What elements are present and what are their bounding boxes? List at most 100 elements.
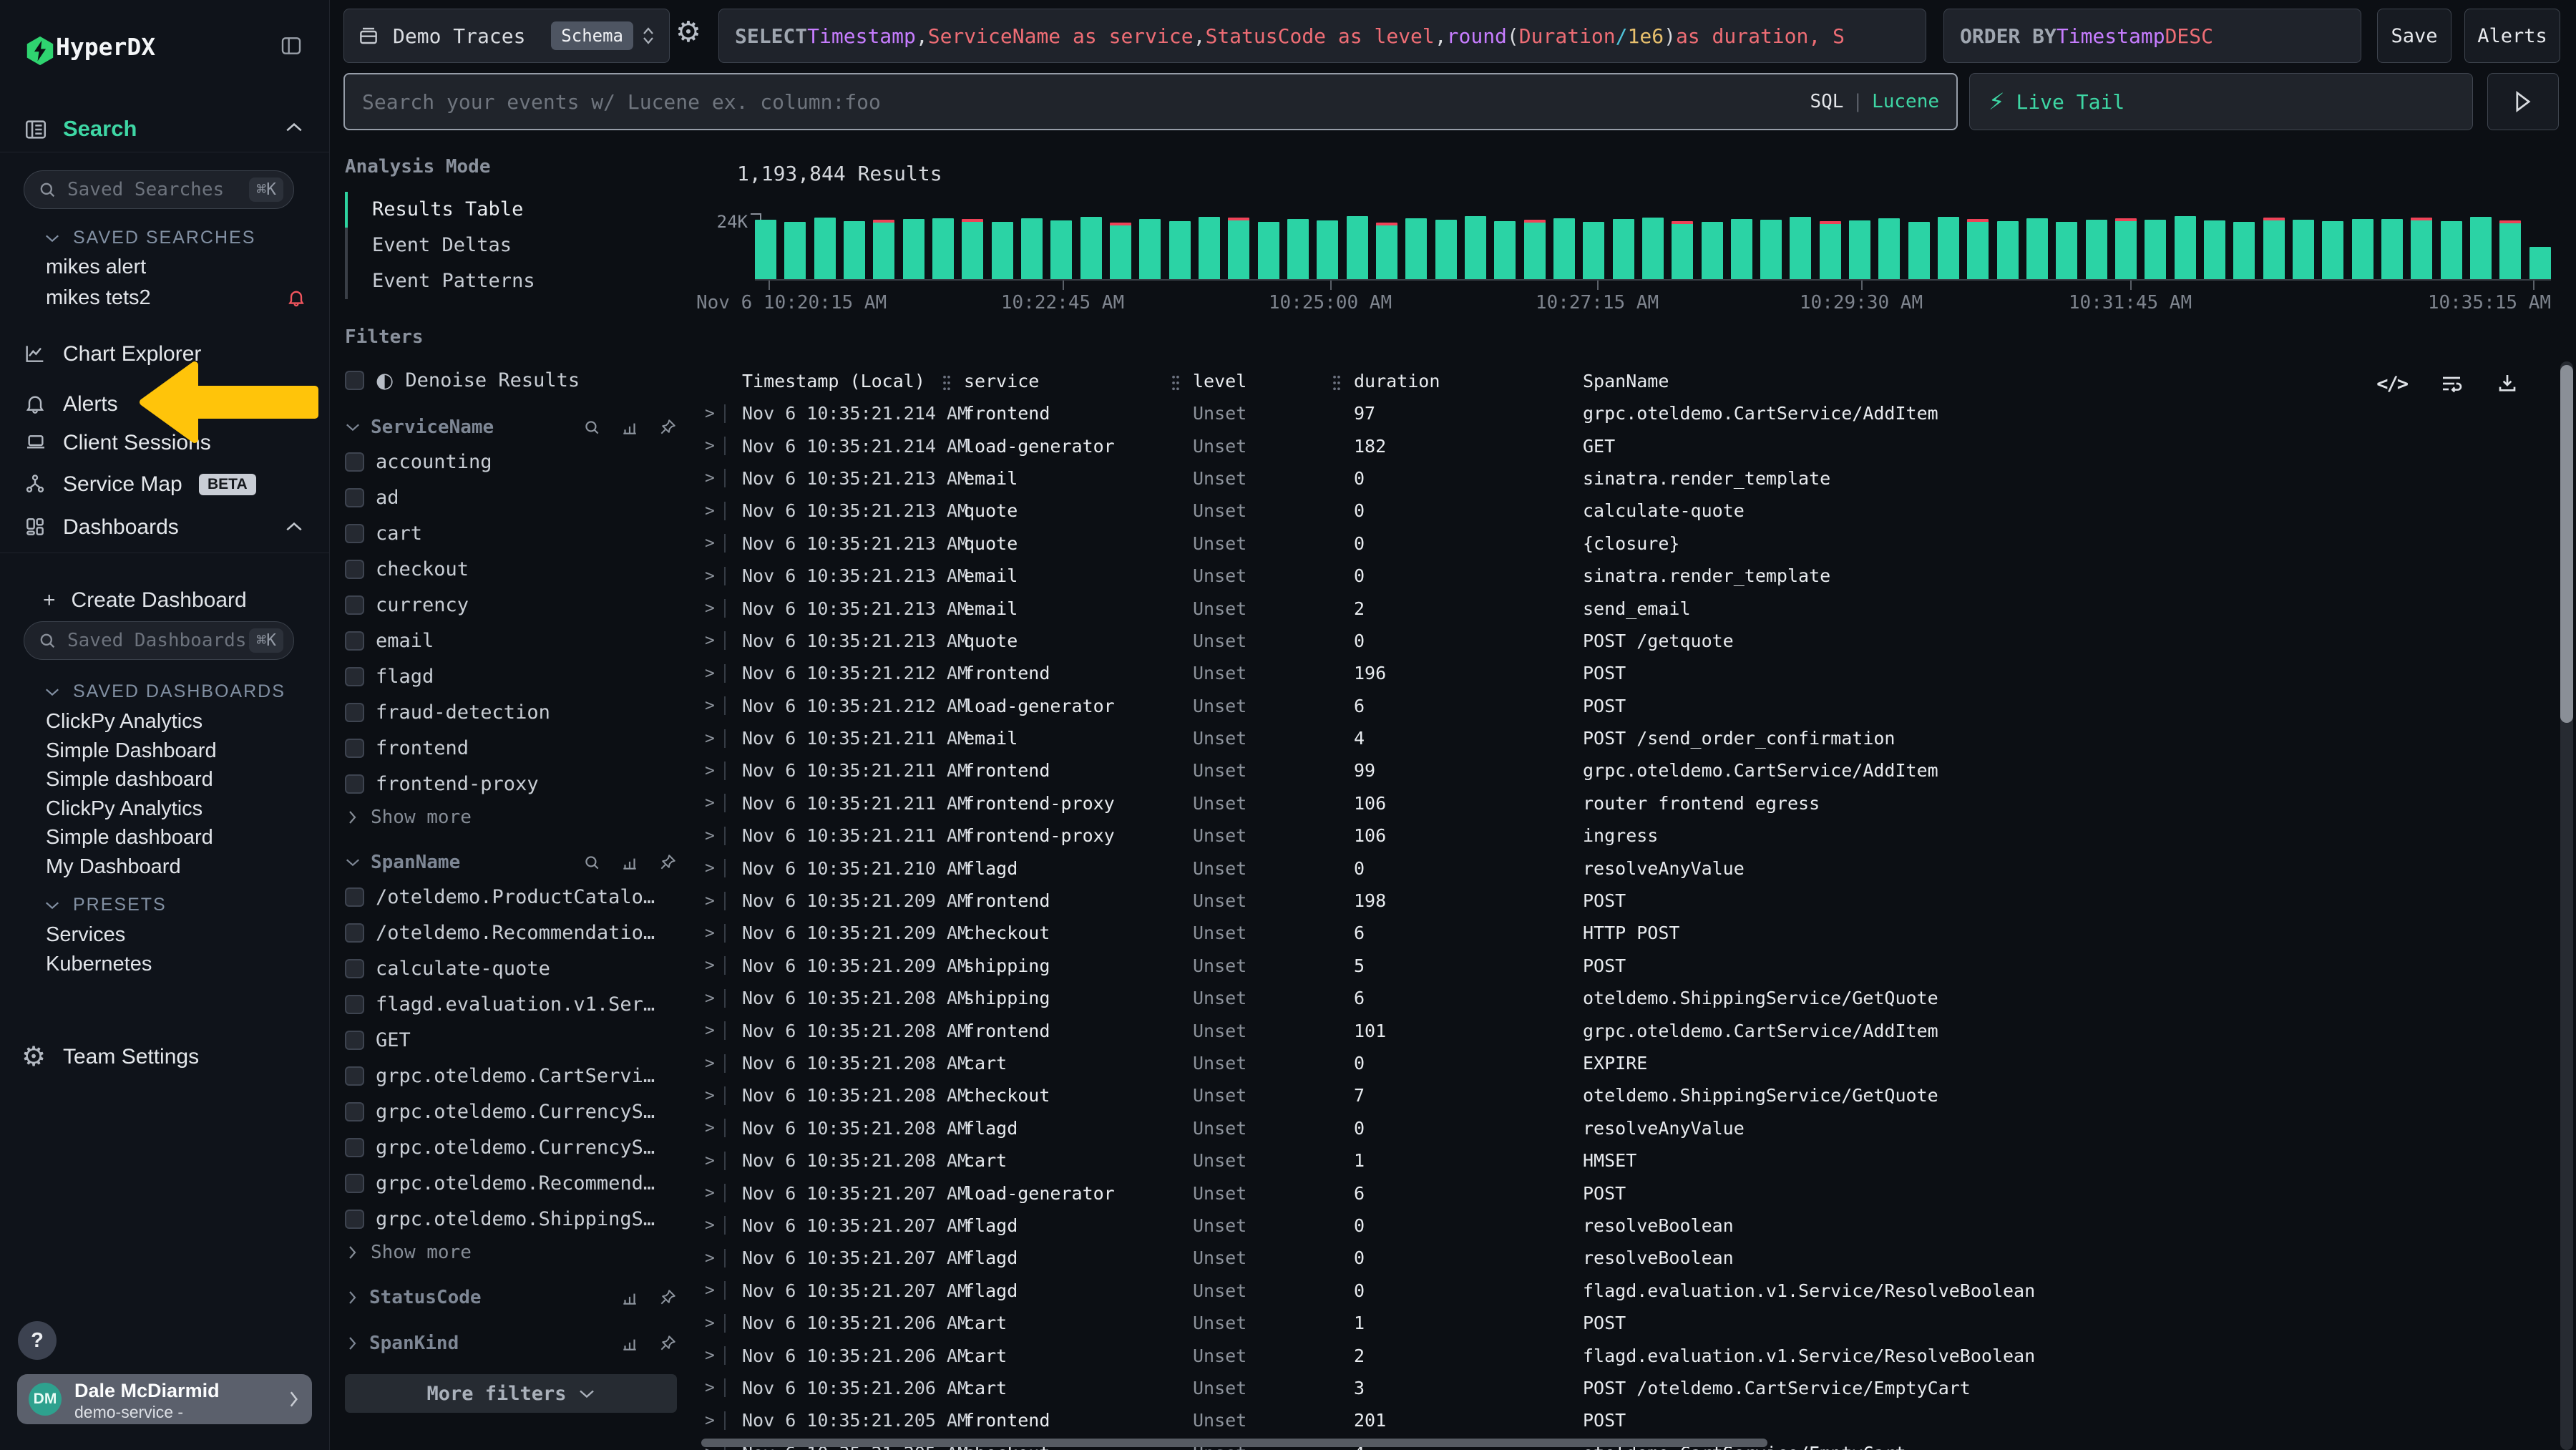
mode-lucene[interactable]: Lucene — [1872, 91, 1939, 112]
preset-item[interactable]: Kubernetes — [46, 953, 152, 976]
source-settings-gear-icon[interactable]: ⚙ — [675, 16, 701, 49]
schema-badge[interactable]: Schema — [551, 21, 633, 50]
expand-row-icon[interactable]: > — [705, 956, 724, 975]
sidebar-item-alerts[interactable]: Alerts — [0, 386, 329, 424]
filter-option[interactable]: grpc.oteldemo.CartServi… — [345, 1058, 677, 1094]
expand-row-icon[interactable]: > — [705, 1152, 724, 1170]
filter-option[interactable]: currency — [345, 587, 677, 623]
table-row[interactable]: >Nov 6 10:35:21.208 AMcartUnset0EXPIRE — [687, 1047, 2547, 1079]
histogram-bar[interactable] — [1583, 222, 1604, 279]
histogram-bar[interactable] — [2056, 222, 2077, 279]
filter-group-statuscode[interactable]: StatusCode — [345, 1281, 677, 1314]
table-row[interactable]: >Nov 6 10:35:21.213 AMquoteUnset0calcula… — [687, 495, 2547, 527]
horizontal-scrollbar-thumb[interactable] — [701, 1439, 1767, 1447]
analysis-mode-event-deltas[interactable]: Event Deltas — [345, 228, 677, 263]
search-icon[interactable] — [582, 853, 601, 872]
mode-sql[interactable]: SQL — [1810, 91, 1843, 112]
filter-option[interactable]: grpc.oteldemo.Recommend… — [345, 1165, 677, 1201]
expand-row-icon[interactable]: > — [705, 1346, 724, 1365]
checkbox[interactable] — [345, 1138, 364, 1157]
table-row[interactable]: >Nov 6 10:35:21.211 AMemailUnset4POST /s… — [687, 722, 2547, 754]
expand-row-icon[interactable]: > — [705, 534, 724, 553]
saved-search-item[interactable]: mikes tets2 — [46, 286, 151, 310]
table-row[interactable]: >Nov 6 10:35:21.207 AMflagdUnset0resolve… — [687, 1210, 2547, 1242]
expand-row-icon[interactable]: > — [705, 631, 724, 650]
expand-row-icon[interactable]: > — [705, 924, 724, 943]
expand-row-icon[interactable]: > — [705, 1216, 724, 1235]
search-icon[interactable] — [582, 418, 601, 437]
expand-row-icon[interactable]: > — [705, 1086, 724, 1105]
filter-option[interactable]: ad — [345, 480, 677, 515]
table-row[interactable]: >Nov 6 10:35:21.207 AMflagdUnset0flagd.e… — [687, 1275, 2547, 1307]
checkbox[interactable] — [345, 703, 364, 722]
expand-row-icon[interactable]: > — [705, 1119, 724, 1137]
checkbox[interactable] — [345, 739, 364, 758]
sidebar-item-client-sessions[interactable]: Client Sessions — [0, 425, 329, 462]
table-row[interactable]: >Nov 6 10:35:21.208 AMcheckoutUnset7otel… — [687, 1079, 2547, 1111]
table-row[interactable]: >Nov 6 10:35:21.213 AMemailUnset0sinatra… — [687, 462, 2547, 495]
checkbox[interactable] — [345, 631, 364, 651]
filter-option[interactable]: grpc.oteldemo.CurrencyS… — [345, 1094, 677, 1129]
analysis-mode-event-patterns[interactable]: Event Patterns — [345, 263, 677, 299]
table-row[interactable]: >Nov 6 10:35:21.207 AMflagdUnset0resolve… — [687, 1242, 2547, 1274]
expand-row-icon[interactable]: > — [705, 729, 724, 748]
saved-dashboard-item[interactable]: ClickPy Analytics — [46, 797, 203, 821]
table-row[interactable]: >Nov 6 10:35:21.213 AMquoteUnset0{closur… — [687, 527, 2547, 560]
histogram-bar[interactable] — [1080, 217, 1102, 279]
table-row[interactable]: >Nov 6 10:35:21.214 AMfrontendUnset97grp… — [687, 397, 2547, 429]
checkbox[interactable] — [345, 995, 364, 1014]
histogram-bar[interactable] — [814, 218, 836, 279]
checkbox[interactable] — [345, 887, 364, 907]
histogram-bar[interactable] — [1760, 220, 1782, 279]
table-row[interactable]: >Nov 6 10:35:21.211 AMfrontendUnset99grp… — [687, 754, 2547, 787]
sidebar-item-chart-explorer[interactable]: Chart Explorer — [0, 336, 329, 374]
drag-handle-icon[interactable] — [1331, 374, 1342, 392]
checkbox[interactable] — [345, 1210, 364, 1229]
saved-dashboard-item[interactable]: Simple Dashboard — [46, 739, 217, 763]
expand-row-icon[interactable]: > — [705, 502, 724, 520]
pin-icon[interactable] — [658, 1288, 677, 1307]
filter-group-servicename[interactable]: ServiceName — [345, 411, 677, 444]
table-row[interactable]: >Nov 6 10:35:21.208 AMflagdUnset0resolve… — [687, 1112, 2547, 1144]
filter-option[interactable]: grpc.oteldemo.CurrencyS… — [345, 1129, 677, 1165]
show-more-button[interactable]: Show more — [345, 802, 677, 833]
column-header-level[interactable]: level — [1193, 371, 1354, 391]
event-search-input[interactable]: Search your events w/ Lucene ex. column:… — [343, 73, 1958, 130]
histogram-bar[interactable] — [1997, 221, 2019, 279]
histogram-bar[interactable] — [1494, 221, 1516, 279]
source-selector[interactable]: Demo Traces Schema — [343, 9, 670, 63]
table-row[interactable]: >Nov 6 10:35:21.212 AMload-generatorUnse… — [687, 690, 2547, 722]
histogram-bar[interactable] — [1169, 221, 1191, 279]
histogram-bar[interactable] — [1050, 220, 1072, 279]
histogram-bar[interactable] — [1878, 218, 1900, 279]
table-row[interactable]: >Nov 6 10:35:21.209 AMcheckoutUnset6HTTP… — [687, 917, 2547, 949]
live-tail-button[interactable]: ⚡ Live Tail — [1969, 73, 2473, 130]
table-row[interactable]: >Nov 6 10:35:21.208 AMcartUnset1HMSET — [687, 1144, 2547, 1177]
histogram-bar[interactable] — [1405, 218, 1427, 279]
pin-icon[interactable] — [658, 418, 677, 437]
histogram-bar[interactable] — [932, 218, 954, 279]
expand-row-icon[interactable]: > — [705, 827, 724, 845]
bar-chart-icon[interactable] — [620, 853, 640, 872]
checkbox[interactable] — [345, 560, 364, 579]
chevron-up-icon[interactable] — [285, 521, 303, 532]
filter-option[interactable]: /oteldemo.ProductCatalo… — [345, 879, 677, 915]
histogram-bar[interactable] — [2233, 222, 2255, 279]
filter-option[interactable]: GET — [345, 1022, 677, 1058]
vertical-scrollbar-thumb[interactable] — [2560, 365, 2573, 723]
denoise-toggle[interactable]: ◐ Denoise Results — [345, 362, 677, 398]
filter-option[interactable]: fraud-detection — [345, 694, 677, 730]
histogram-bar[interactable] — [1021, 218, 1043, 279]
saved-dashboard-item[interactable]: Simple dashboard — [46, 768, 213, 792]
histogram-bar[interactable] — [1110, 223, 1131, 279]
column-header-duration[interactable]: duration — [1354, 371, 1583, 391]
expand-row-icon[interactable]: > — [705, 989, 724, 1008]
expand-row-icon[interactable]: > — [705, 762, 724, 780]
expand-row-icon[interactable]: > — [705, 1411, 724, 1430]
histogram-bar[interactable] — [992, 222, 1013, 279]
alerts-button[interactable]: Alerts — [2464, 9, 2560, 63]
drag-handle-icon[interactable] — [1170, 374, 1181, 392]
filter-group-spanname[interactable]: SpanName — [345, 846, 677, 879]
saved-search-item[interactable]: mikes alert — [46, 256, 146, 279]
pin-icon[interactable] — [658, 853, 677, 872]
